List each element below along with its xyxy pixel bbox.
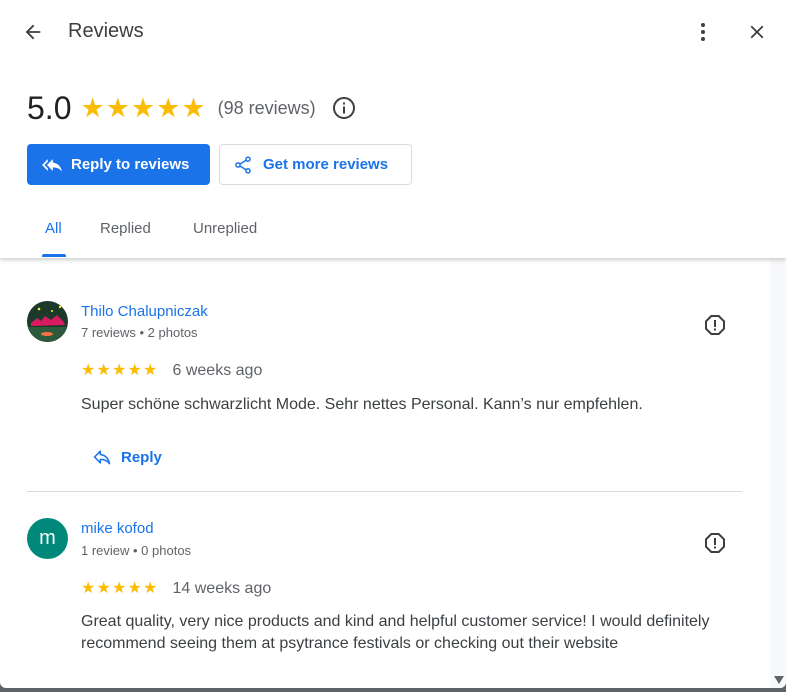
scroll-down-arrow[interactable] (774, 676, 784, 684)
review-rating: ★ ★ ★ ★ ★ 6 weeks ago (81, 362, 262, 380)
star-icon: ★ (112, 580, 127, 597)
scrollbar[interactable] (770, 258, 786, 688)
star-icon: ★ (81, 580, 96, 597)
tab-unreplied[interactable]: Unreplied (193, 220, 257, 237)
reviews-list[interactable]: Thilo Chalupniczak 7 reviews • 2 photos … (0, 258, 770, 688)
avatar[interactable]: m (27, 518, 68, 559)
tab-replied[interactable]: Replied (100, 220, 151, 237)
close-icon (750, 25, 764, 39)
star-icon: ★ (81, 362, 96, 379)
get-more-reviews-button[interactable]: Get more reviews (219, 144, 412, 185)
rating-stars: ★ ★ ★ ★ ★ (80, 92, 206, 123)
avatar[interactable] (27, 301, 68, 342)
rating-value: 5.0 (27, 89, 72, 126)
star-icon: ★ (96, 362, 111, 379)
reply-to-reviews-label: Reply to reviews (71, 156, 190, 173)
review-date: 14 weeks ago (172, 580, 272, 597)
report-review-button[interactable] (702, 530, 728, 556)
more-options-button[interactable] (690, 17, 716, 47)
review-text: Super schöne schwarzlicht Mode. Sehr net… (81, 396, 643, 413)
reviews-header: Reviews 5.0 ★ ★ ★ ★ ★ (98 reviews) Reply to … (0, 0, 786, 258)
reviewer-meta: 1 review • 0 photos (81, 543, 192, 558)
back-button[interactable] (18, 17, 48, 47)
reviewer-meta: 7 reviews • 2 photos (81, 325, 198, 340)
info-icon[interactable] (332, 96, 356, 120)
page-title: Reviews (68, 20, 144, 42)
reply-button[interactable]: Reply (87, 440, 167, 474)
active-tab-indicator (42, 254, 66, 257)
star-icon: ★ (96, 580, 111, 597)
star-icon: ★ (156, 92, 181, 123)
star-icon: ★ (80, 92, 105, 123)
star-icon: ★ (105, 92, 130, 123)
more-vert-icon (701, 23, 705, 41)
review-divider (27, 491, 742, 492)
reviews-panel: Reviews 5.0 ★ ★ ★ ★ ★ (98 reviews) Reply to … (0, 0, 786, 688)
reviewer-name[interactable]: Thilo Chalupniczak (81, 303, 208, 320)
arrow-back-icon (25, 24, 41, 40)
star-icon: ★ (143, 580, 158, 597)
reply-icon (93, 450, 111, 465)
tab-all[interactable]: All (45, 220, 62, 237)
reviewer-name[interactable]: mike kofod (81, 520, 154, 537)
review-text: Great quality, very nice products and ki… (81, 613, 710, 652)
star-icon: ★ (127, 580, 142, 597)
review-filter-tabs: All Replied Unreplied (0, 206, 786, 258)
reply-label: Reply (121, 448, 162, 466)
star-icon: ★ (143, 362, 158, 379)
close-button[interactable] (742, 17, 772, 47)
rating-summary: 5.0 ★ ★ ★ ★ ★ (98 reviews) (27, 88, 356, 128)
reply-all-icon (42, 158, 62, 172)
star-icon: ★ (112, 362, 127, 379)
review-rating: ★ ★ ★ ★ ★ 14 weeks ago (81, 580, 271, 598)
reply-to-reviews-button[interactable]: Reply to reviews (27, 144, 210, 185)
report-review-button[interactable] (702, 312, 728, 338)
review-stars: ★ ★ ★ ★ ★ (81, 581, 159, 597)
report-icon (705, 315, 725, 335)
star-icon: ★ (127, 362, 142, 379)
report-icon (705, 533, 725, 553)
share-icon (235, 155, 251, 174)
star-icon: ★ (181, 92, 206, 123)
review-stars: ★ ★ ★ ★ ★ (81, 363, 159, 379)
review-date: 6 weeks ago (172, 362, 263, 379)
review-count: (98 reviews) (217, 97, 316, 118)
get-more-reviews-label: Get more reviews (263, 156, 389, 173)
star-icon: ★ (130, 92, 156, 123)
